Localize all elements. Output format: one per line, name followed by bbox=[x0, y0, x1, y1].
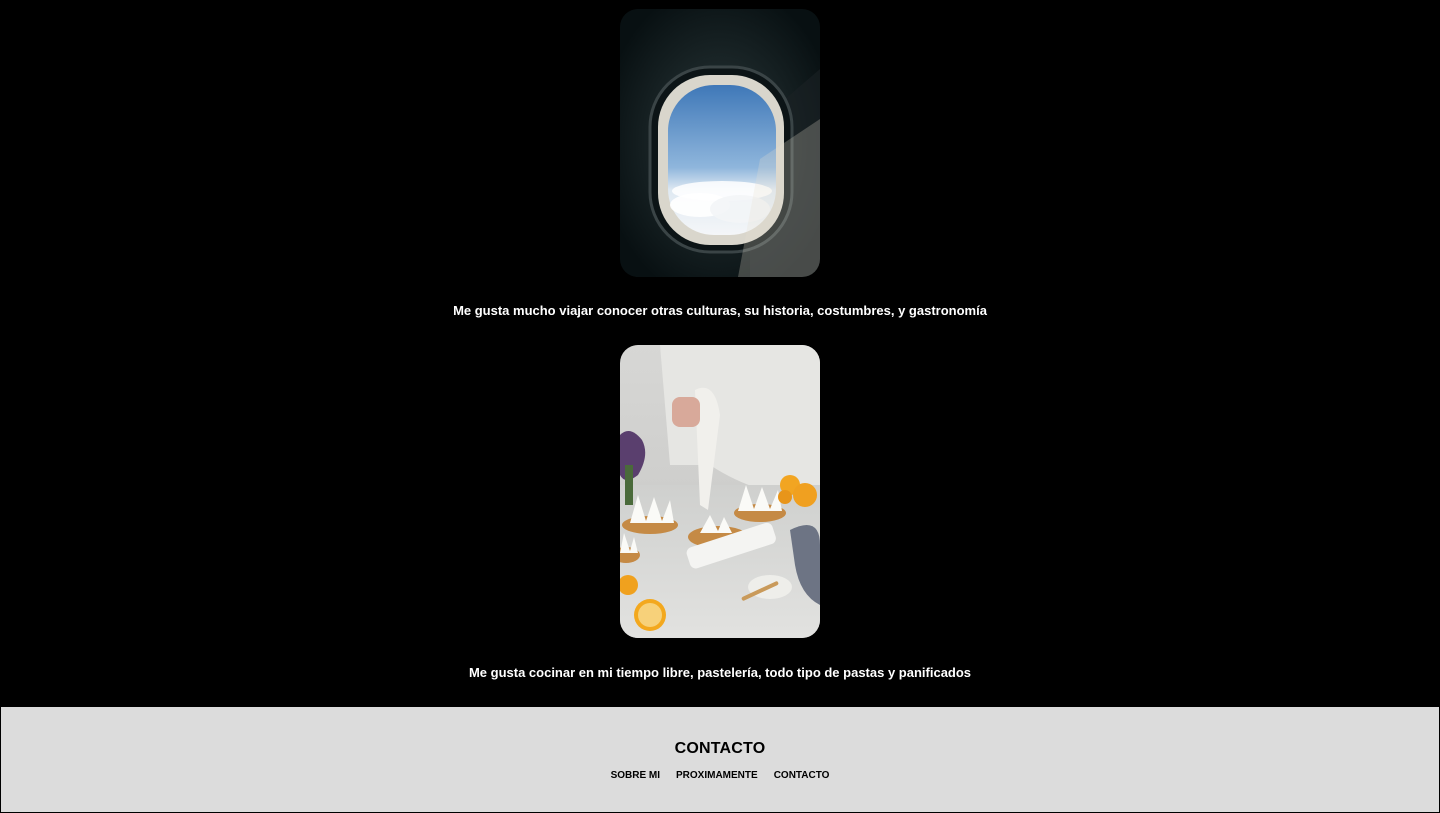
baking-tarts-image bbox=[620, 345, 820, 638]
footer-link-contacto[interactable]: CONTACTO bbox=[774, 770, 830, 781]
travel-caption: Me gusta mucho viajar conocer otras cult… bbox=[453, 303, 987, 318]
page: Me gusta mucho viajar conocer otras cult… bbox=[0, 0, 1440, 813]
footer: CONTACTO SOBRE MI PROXIMAMENTE CONTACTO bbox=[0, 706, 1440, 813]
cooking-caption: Me gusta cocinar en mi tiempo libre, pas… bbox=[468, 665, 972, 680]
footer-title: CONTACTO bbox=[674, 740, 766, 757]
airplane-window-image bbox=[620, 9, 820, 277]
footer-nav: SOBRE MI PROXIMAMENTE CONTACTO bbox=[1, 770, 1439, 781]
footer-link-proximamente[interactable]: PROXIMAMENTE bbox=[676, 770, 758, 781]
footer-link-sobre-mi[interactable]: SOBRE MI bbox=[611, 770, 660, 781]
